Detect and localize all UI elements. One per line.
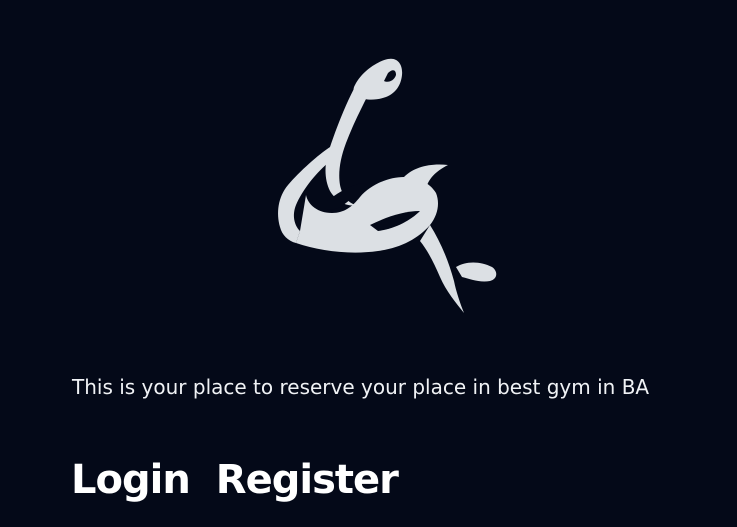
auth-actions: Login Register: [71, 452, 399, 508]
register-link[interactable]: Register: [216, 452, 399, 508]
login-link[interactable]: Login: [71, 452, 191, 508]
tagline: This is your place to reserve your place…: [72, 375, 650, 399]
flexed-arm-icon: [270, 55, 505, 315]
